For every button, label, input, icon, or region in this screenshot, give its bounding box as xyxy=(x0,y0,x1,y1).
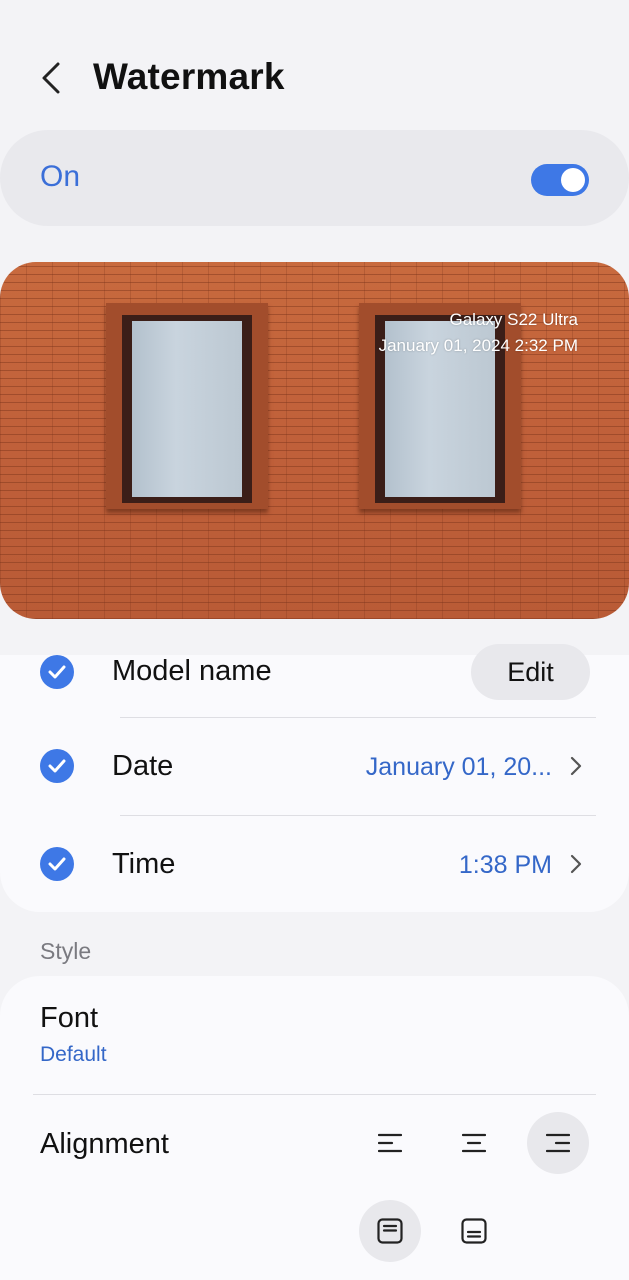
position-top-icon xyxy=(377,1218,403,1244)
font-value: Default xyxy=(40,1043,107,1066)
chevron-right-icon xyxy=(570,854,582,874)
master-toggle-switch[interactable] xyxy=(531,164,589,196)
align-left-button[interactable] xyxy=(359,1112,421,1174)
align-right-icon xyxy=(546,1133,570,1153)
watermark-date-text: January 01, 2024 2:32 PM xyxy=(378,336,578,355)
date-label: Date xyxy=(112,750,174,782)
chevron-right-icon xyxy=(570,756,582,776)
align-left-icon xyxy=(378,1133,402,1153)
divider xyxy=(120,717,596,718)
edit-model-name-button[interactable]: Edit xyxy=(471,644,590,700)
position-top-button[interactable] xyxy=(359,1200,421,1262)
position-bottom-icon xyxy=(461,1218,487,1244)
watermark-model-text: Galaxy S22 Ultra xyxy=(449,310,579,329)
watermark-options-card: Model name Edit Date January 01, 20... T… xyxy=(0,644,629,913)
position-bottom-button[interactable] xyxy=(443,1200,505,1262)
time-checkbox[interactable] xyxy=(40,847,74,881)
page-title: Watermark xyxy=(93,56,285,97)
time-label: Time xyxy=(112,848,176,880)
option-row-time[interactable]: Time 1:38 PM xyxy=(0,817,629,913)
check-icon xyxy=(48,759,66,773)
preview-window-left xyxy=(106,303,268,509)
app-header: Watermark xyxy=(0,0,629,130)
check-icon xyxy=(48,665,66,679)
option-row-model-name[interactable]: Model name Edit xyxy=(0,625,629,721)
date-value: January 01, 20... xyxy=(365,753,552,781)
align-right-button[interactable] xyxy=(527,1112,589,1174)
back-button[interactable] xyxy=(36,58,68,98)
model-name-checkbox[interactable] xyxy=(40,655,74,689)
watermark-preview-image: Galaxy S22 Ultra January 01, 2024 2:32 P… xyxy=(0,262,629,619)
font-label: Font xyxy=(40,1002,99,1034)
check-icon xyxy=(48,857,66,871)
date-checkbox[interactable] xyxy=(40,749,74,783)
style-section-title: Style xyxy=(40,938,92,964)
model-name-label: Model name xyxy=(112,655,272,687)
divider xyxy=(33,1094,596,1095)
style-card: Font Default Alignment xyxy=(0,976,629,1280)
divider xyxy=(120,815,596,816)
alignment-label: Alignment xyxy=(40,1128,169,1160)
preview-window-right xyxy=(359,303,521,509)
font-row[interactable]: Font Default xyxy=(0,976,629,1094)
master-toggle-label: On xyxy=(40,160,81,193)
toggle-knob xyxy=(561,168,585,192)
option-row-date[interactable]: Date January 01, 20... xyxy=(0,719,629,815)
align-center-icon xyxy=(462,1133,486,1153)
chevron-left-icon xyxy=(42,62,60,94)
align-center-button[interactable] xyxy=(443,1112,505,1174)
time-value: 1:38 PM xyxy=(458,851,552,879)
